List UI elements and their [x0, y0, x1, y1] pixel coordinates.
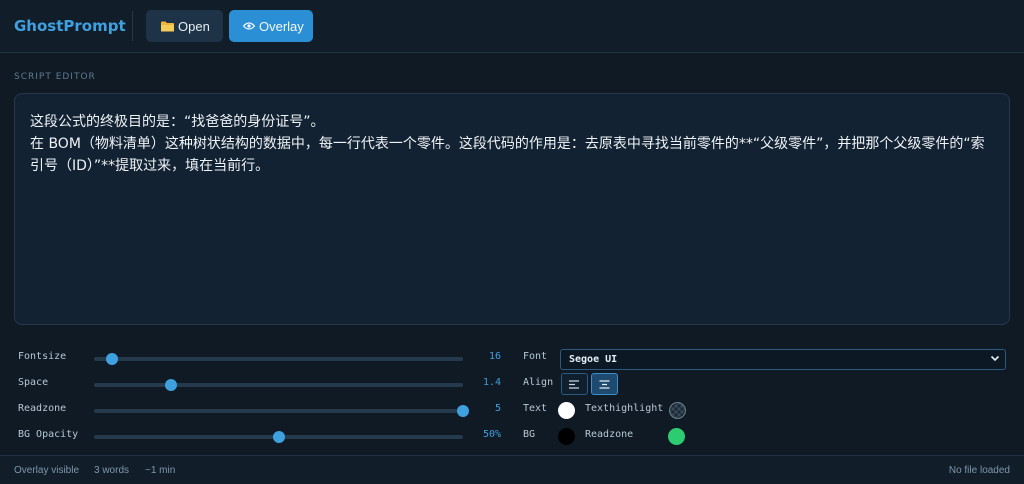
readzone-color-label: Readzone [585, 429, 634, 440]
overlay-button-label: Overlay [259, 18, 304, 34]
readzone-slider[interactable] [94, 405, 469, 417]
chevron-down-icon [990, 353, 1000, 366]
readzone-value: 5 [494, 403, 501, 414]
bg-opacity-slider-thumb[interactable] [272, 431, 285, 443]
fontsize-value: 16 [488, 351, 501, 362]
font-select-value: Segoe UI [569, 354, 618, 365]
space-value: 1.4 [482, 377, 501, 388]
folder-icon [161, 21, 174, 32]
space-slider[interactable] [94, 379, 463, 391]
readzone-row: Readzone 5 Text Texthighlight [0, 397, 1024, 423]
bg-color-label: BG [523, 429, 536, 440]
file-status: No file loaded [948, 465, 1010, 476]
fontsize-row: Fontsize 16 Font Segoe UI [0, 345, 1024, 371]
align-center-icon [599, 379, 610, 389]
bg-opacity-value: 50% [482, 429, 501, 440]
section-label: SCRIPT EDITOR [14, 72, 96, 82]
open-button[interactable]: Open [146, 10, 223, 42]
space-row: Space 1.4 Align [0, 371, 1024, 397]
space-slider-thumb[interactable] [165, 379, 178, 391]
bg-color-swatch[interactable] [558, 428, 575, 445]
reading-time: ~1 min [145, 465, 176, 476]
fontsize-label: Fontsize [18, 351, 67, 362]
controls-panel: Fontsize 16 Font Segoe UI Space 1.4 Alig… [0, 343, 1024, 453]
bg-opacity-slider[interactable] [94, 431, 463, 443]
align-left-button[interactable] [561, 373, 588, 395]
align-left-icon [569, 379, 579, 389]
overlay-status: Overlay visible [14, 465, 80, 476]
word-count: 3 words [94, 465, 130, 476]
overlay-button[interactable]: Overlay [229, 10, 313, 42]
texthighlight-color-swatch[interactable] [669, 402, 686, 419]
align-label: Align [523, 377, 554, 388]
text-color-swatch[interactable] [558, 402, 575, 419]
text-color-label: Text [523, 403, 548, 414]
toolbar-divider [132, 11, 133, 41]
editor-line-1: 这段公式的终极目的是：“找爸爸的身份证号”。 [30, 114, 325, 130]
space-label: Space [18, 377, 49, 388]
script-editor[interactable]: 这段公式的终极目的是：“找爸爸的身份证号”。 在 BOM（物料清单）这种树状结构… [14, 93, 1010, 325]
font-label: Font [523, 351, 548, 362]
eye-icon [243, 22, 255, 30]
bg-opacity-label: BG Opacity [18, 429, 79, 440]
editor-line-2: 在 BOM（物料清单）这种树状结构的数据中，每一行代表一个零件。这段代码的作用是… [30, 136, 985, 174]
bg-opacity-row: BG Opacity 50% BG Readzone [0, 423, 1024, 449]
readzone-label: Readzone [18, 403, 67, 414]
top-bar: GhostPrompt Open Overlay [0, 0, 1024, 53]
font-select[interactable]: Segoe UI [560, 349, 1006, 370]
app-brand: GhostPrompt [14, 17, 126, 35]
align-center-button[interactable] [591, 373, 618, 395]
status-bar: Overlay visible 3 words ~1 min No file l… [0, 455, 1024, 484]
fontsize-slider-thumb[interactable] [106, 353, 119, 365]
open-button-label: Open [178, 18, 210, 34]
readzone-color-swatch[interactable] [668, 428, 685, 445]
texthighlight-label: Texthighlight [585, 403, 664, 414]
fontsize-slider[interactable] [94, 353, 463, 365]
